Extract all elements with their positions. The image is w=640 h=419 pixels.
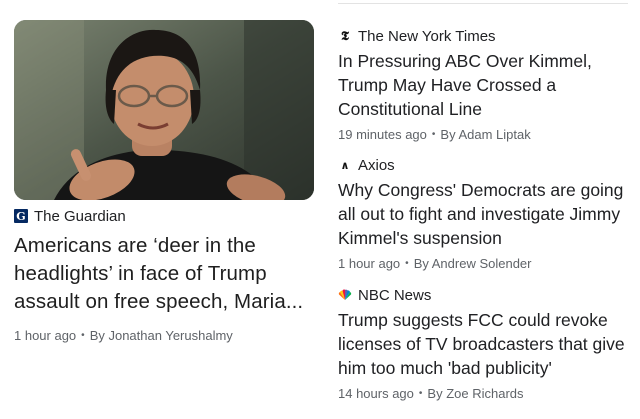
story-time: 14 hours ago — [338, 386, 414, 401]
story-source[interactable]: 𝕿 The New York Times — [338, 26, 634, 46]
story-source[interactable]: ∧ Axios — [338, 155, 634, 175]
story-source-name[interactable]: The New York Times — [358, 28, 496, 45]
featured-photo-illustration — [14, 20, 314, 200]
featured-story-image[interactable] — [14, 20, 314, 200]
story-item[interactable]: NBC News Trump suggests FCC could revoke… — [338, 285, 634, 402]
story-time: 19 minutes ago — [338, 127, 427, 142]
story-item[interactable]: 𝕿 The New York Times In Pressuring ABC O… — [338, 26, 634, 143]
story-source[interactable]: NBC News — [338, 285, 634, 305]
axios-logo-icon: ∧ — [340, 158, 350, 172]
story-headline[interactable]: In Pressuring ABC Over Kimmel, Trump May… — [338, 49, 634, 121]
featured-headline[interactable]: Americans are ‘deer in the headlights’ i… — [14, 232, 314, 316]
story-byline: By Andrew Solender — [413, 256, 532, 271]
featured-byline: By Jonathan Yerushalmy — [89, 328, 233, 343]
story-meta: 14 hours ago • By Zoe Richards — [338, 386, 634, 401]
story-meta: 1 hour ago • By Andrew Solender — [338, 256, 634, 271]
featured-meta: 1 hour ago • By Jonathan Yerushalmy — [14, 328, 314, 343]
story-source-name[interactable]: Axios — [358, 157, 395, 174]
featured-source-name[interactable]: The Guardian — [34, 208, 126, 225]
story-time: 1 hour ago — [338, 256, 401, 271]
meta-separator: • — [418, 388, 423, 399]
nbc-peacock-logo-icon — [338, 288, 352, 302]
story-meta: 19 minutes ago • By Adam Liptak — [338, 127, 634, 142]
story-byline: By Zoe Richards — [427, 386, 524, 401]
featured-source[interactable]: G The Guardian — [14, 206, 314, 226]
story-item[interactable]: ∧ Axios Why Congress' Democrats are goin… — [338, 155, 634, 272]
top-divider — [338, 3, 628, 4]
story-source-name[interactable]: NBC News — [358, 287, 431, 304]
story-byline: By Adam Liptak — [440, 127, 531, 142]
guardian-logo-icon: G — [14, 209, 28, 223]
story-headline[interactable]: Trump suggests FCC could revoke licenses… — [338, 308, 634, 380]
featured-time: 1 hour ago — [14, 328, 77, 343]
story-headline[interactable]: Why Congress' Democrats are going all ou… — [338, 178, 634, 250]
meta-separator: • — [81, 330, 85, 341]
meta-separator: • — [405, 258, 409, 269]
featured-story[interactable]: G The Guardian Americans are ‘deer in th… — [14, 20, 314, 343]
nyt-logo-icon: 𝕿 — [341, 28, 349, 44]
meta-separator: • — [431, 129, 436, 140]
